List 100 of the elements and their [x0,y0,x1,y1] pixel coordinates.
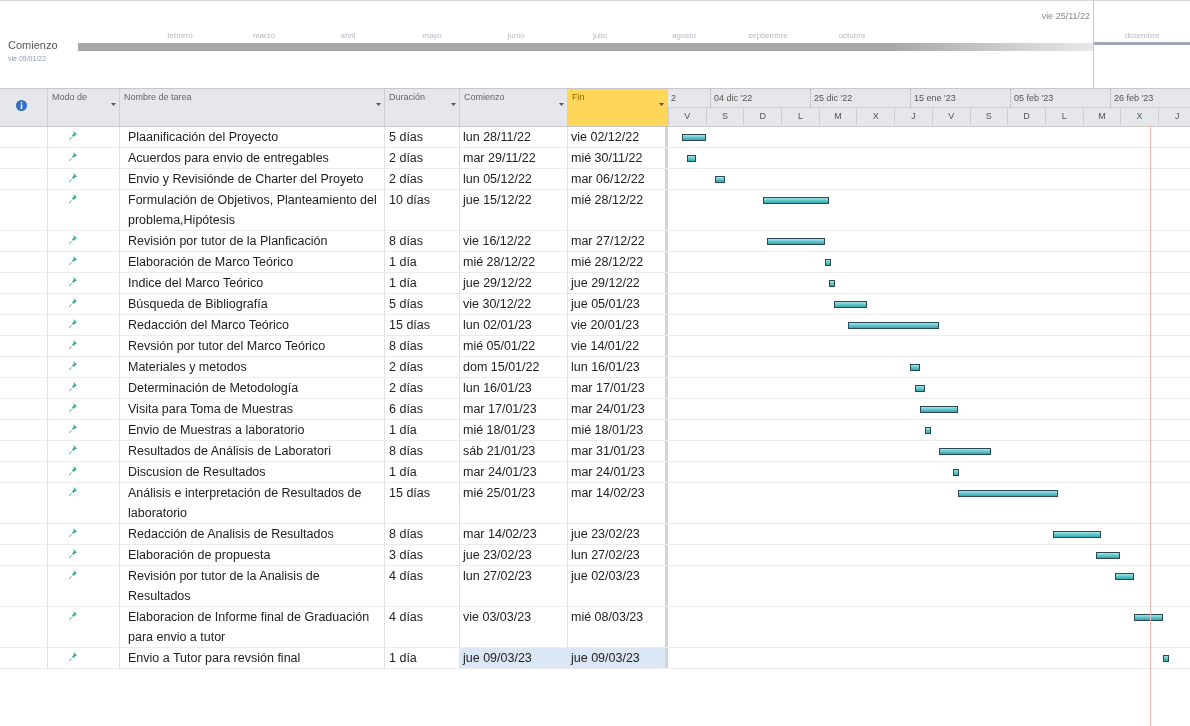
task-start[interactable]: mié 28/12/22 [460,252,568,272]
task-start[interactable]: sáb 21/01/23 [460,441,568,461]
pin-icon [68,298,77,307]
dropdown-icon[interactable] [376,103,381,106]
dropdown-icon[interactable] [559,103,564,106]
pin-icon [68,152,77,161]
timescale-label: X [1120,107,1158,125]
pin-icon [68,194,77,203]
task-name: Indice del Marco Teórico [120,273,385,293]
task-finish[interactable]: jue 05/01/23 [568,294,668,314]
dropdown-icon[interactable] [659,103,664,106]
task-name: Redacción del Marco Teórico [120,315,385,335]
task-name: Resultados de Análisis de Laboratori [120,441,385,461]
task-finish[interactable]: mar 24/01/23 [568,462,668,482]
task-finish[interactable]: lun 16/01/23 [568,357,668,377]
timescale-label: S [705,107,744,125]
task-finish[interactable]: mar 06/12/22 [568,169,668,189]
dropdown-icon[interactable] [451,103,456,106]
pin-icon [68,652,77,661]
task-bar[interactable] [824,259,831,266]
task-bar[interactable] [957,490,1058,497]
timescale-label: J [1157,107,1190,125]
task-bar[interactable] [848,322,939,329]
task-finish[interactable]: mié 28/12/22 [568,252,668,272]
pin-icon [68,549,77,558]
task-bar[interactable] [715,176,725,183]
task-duration: 5 días [385,294,460,314]
task-finish[interactable]: vie 02/12/22 [568,127,668,147]
task-bar[interactable] [938,448,992,455]
task-finish[interactable]: mar 27/12/22 [568,231,668,251]
task-start[interactable]: lun 16/01/23 [460,378,568,398]
task-finish[interactable]: vie 20/01/23 [568,315,668,335]
task-bar[interactable] [762,197,830,204]
task-start[interactable]: vie 03/03/23 [460,607,568,647]
task-start[interactable]: lun 02/01/23 [460,315,568,335]
task-start[interactable]: mié 18/01/23 [460,420,568,440]
task-start[interactable]: mié 05/01/22 [460,336,568,356]
task-finish[interactable]: jue 09/03/23 [568,648,668,668]
task-name: Visita para Toma de Muestras [120,399,385,419]
task-bar[interactable] [681,134,706,141]
pin-icon [68,424,77,433]
task-bar[interactable] [1095,552,1120,559]
current-date: vie 25/11/22 [1041,11,1090,21]
task-bar[interactable] [915,385,925,392]
task-start[interactable]: jue 29/12/22 [460,273,568,293]
task-bar[interactable] [686,155,697,162]
task-start[interactable]: lun 28/11/22 [460,127,568,147]
task-start[interactable]: jue 15/12/22 [460,190,568,230]
column-header[interactable]: Nombre de tarea [120,89,385,126]
task-start[interactable]: mar 17/01/23 [460,399,568,419]
task-start[interactable]: mié 25/01/23 [460,483,568,523]
task-bar[interactable] [919,406,958,413]
timescale-label: L [1044,107,1083,125]
task-start[interactable]: lun 05/12/22 [460,169,568,189]
task-bar[interactable] [953,469,960,476]
task-finish[interactable]: mar 31/01/23 [568,441,668,461]
task-start[interactable]: vie 16/12/22 [460,231,568,251]
task-finish[interactable]: jue 23/02/23 [568,524,668,544]
task-bar[interactable] [767,238,825,245]
task-start[interactable]: mar 29/11/22 [460,148,568,168]
task-start[interactable]: jue 09/03/23 [460,648,568,668]
timeline-month: marzo [251,31,277,41]
task-start[interactable]: lun 27/02/23 [460,566,568,606]
task-finish[interactable]: mar 17/01/23 [568,378,668,398]
column-header[interactable]: Modo de [48,89,120,126]
task-start[interactable]: vie 30/12/22 [460,294,568,314]
task-finish[interactable]: vie 14/01/22 [568,336,668,356]
dropdown-icon[interactable] [111,103,116,106]
task-start[interactable]: jue 23/02/23 [460,545,568,565]
task-finish[interactable]: jue 29/12/22 [568,273,668,293]
task-finish[interactable]: mié 18/01/23 [568,420,668,440]
task-start[interactable]: mar 14/02/23 [460,524,568,544]
task-bar[interactable] [1114,573,1134,580]
task-start[interactable]: mar 24/01/23 [460,462,568,482]
timeline-start-label: Comienzo [8,39,59,51]
task-finish[interactable]: lun 27/02/23 [568,545,668,565]
task-bar[interactable] [1053,531,1101,538]
task-name: Redacción de Analisis de Resultados [120,524,385,544]
timescale-label: D [1007,107,1045,125]
task-duration: 10 días [385,190,460,230]
task-finish[interactable]: jue 02/03/23 [568,566,668,606]
task-start[interactable]: dom 15/01/22 [460,357,568,377]
task-name: Envio y Revisiónde de Charter del Proyeto [120,169,385,189]
task-finish[interactable]: mié 28/12/22 [568,190,668,230]
column-header[interactable]: Fin [568,89,668,126]
task-bar[interactable] [1162,655,1169,662]
task-finish[interactable]: mar 24/01/23 [568,399,668,419]
task-bar[interactable] [1133,614,1163,621]
column-header[interactable]: Duración [385,89,460,126]
task-finish[interactable]: mié 30/11/22 [568,148,668,168]
pin-icon [68,382,77,391]
task-duration: 1 día [385,462,460,482]
task-bar[interactable] [834,301,868,308]
timeline-month: agosto [671,31,697,41]
task-finish[interactable]: mar 14/02/23 [568,483,668,523]
task-bar[interactable] [829,280,836,287]
timescale-label: 15 ene '23 [910,89,1010,107]
task-name: Elaboración de Marco Teórico [120,252,385,272]
task-bar[interactable] [924,427,931,434]
task-bar[interactable] [910,364,920,371]
